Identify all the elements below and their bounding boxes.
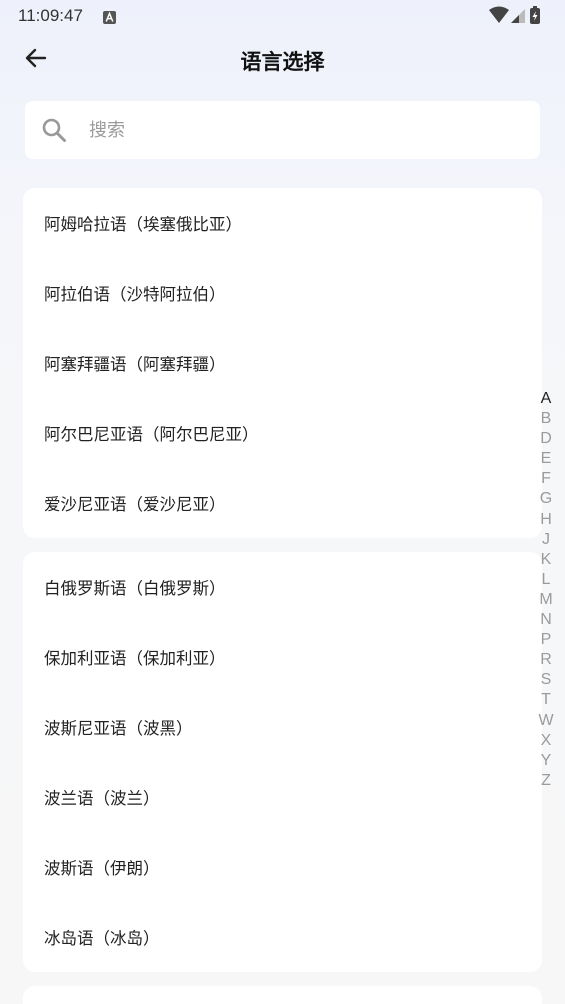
language-item[interactable]: 阿尔巴尼亚语（阿尔巴尼亚） xyxy=(23,398,542,468)
index-letter[interactable]: D xyxy=(536,429,556,449)
language-item[interactable]: 阿塞拜疆语（阿塞拜疆） xyxy=(23,328,542,398)
language-item[interactable]: 波斯尼亚语（波黑） xyxy=(23,692,542,762)
alphabet-index[interactable]: A B D E F G H J K L M N P R S T W X Y Z xyxy=(536,389,556,791)
index-letter[interactable]: H xyxy=(536,510,556,530)
language-item[interactable]: 波兰语（波兰） xyxy=(23,762,542,832)
search-icon xyxy=(41,117,67,143)
index-letter[interactable]: K xyxy=(536,550,556,570)
index-letter[interactable]: J xyxy=(536,530,556,550)
status-bar: 11:09:47 xyxy=(0,0,565,32)
battery-charging-icon xyxy=(530,6,540,24)
index-letter[interactable]: B xyxy=(536,409,556,429)
language-item[interactable]: 白俄罗斯语（白俄罗斯） xyxy=(23,552,542,622)
language-group-b: 白俄罗斯语（白俄罗斯） 保加利亚语（保加利亚） 波斯尼亚语（波黑） 波兰语（波兰… xyxy=(23,552,542,972)
index-letter[interactable]: R xyxy=(536,650,556,670)
index-letter[interactable]: T xyxy=(536,690,556,710)
index-letter[interactable]: E xyxy=(536,449,556,469)
page-title: 语言选择 xyxy=(240,50,325,74)
language-group-a: 阿姆哈拉语（埃塞俄比亚） 阿拉伯语（沙特阿拉伯） 阿塞拜疆语（阿塞拜疆） 阿尔巴… xyxy=(23,188,542,538)
search-input[interactable] xyxy=(89,101,509,159)
index-letter[interactable]: N xyxy=(536,610,556,630)
wifi-icon xyxy=(489,6,509,23)
index-letter[interactable]: W xyxy=(536,711,556,731)
index-letter[interactable]: Y xyxy=(536,751,556,771)
index-letter[interactable]: G xyxy=(536,489,556,509)
index-letter[interactable]: A xyxy=(536,389,556,409)
status-time: 11:09:47 xyxy=(18,6,83,25)
index-letter[interactable]: X xyxy=(536,731,556,751)
index-letter[interactable]: Z xyxy=(536,771,556,791)
language-group-c xyxy=(23,986,542,1004)
status-icons xyxy=(489,6,549,26)
index-letter[interactable]: L xyxy=(536,570,556,590)
language-item[interactable]: 冰岛语（冰岛） xyxy=(23,902,542,972)
language-item[interactable]: 波斯语（伊朗） xyxy=(23,832,542,902)
signal-icon xyxy=(511,9,525,23)
search-box[interactable] xyxy=(25,101,540,159)
text-a-icon xyxy=(103,9,116,24)
index-letter[interactable]: S xyxy=(536,670,556,690)
language-item[interactable]: 保加利亚语（保加利亚） xyxy=(23,622,542,692)
index-letter[interactable]: M xyxy=(536,590,556,610)
language-item[interactable]: 阿姆哈拉语（埃塞俄比亚） xyxy=(23,188,542,258)
index-letter[interactable]: P xyxy=(536,630,556,650)
language-item[interactable]: 爱沙尼亚语（爱沙尼亚） xyxy=(23,468,542,538)
index-letter[interactable]: F xyxy=(536,469,556,489)
header: 语言选择 xyxy=(0,32,565,88)
language-item[interactable]: 阿拉伯语（沙特阿拉伯） xyxy=(23,258,542,328)
